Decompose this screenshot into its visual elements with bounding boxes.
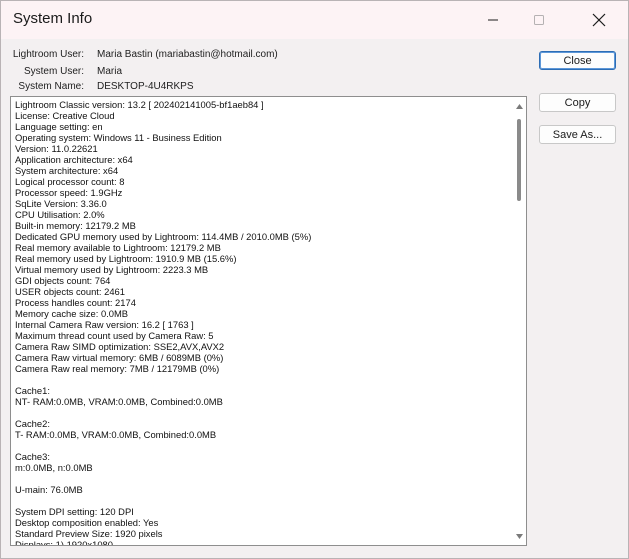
info-line: U-main: 76.0MB: [15, 484, 83, 495]
scrollbar-thumb[interactable]: [517, 119, 521, 201]
info-line: Virtual memory used by Lightroom: 2223.3…: [15, 264, 209, 275]
close-icon: [592, 13, 606, 27]
title-bar[interactable]: System Info: [1, 1, 628, 39]
save-as-button[interactable]: Save As...: [539, 125, 616, 144]
info-line: Process handles count: 2174: [15, 297, 136, 308]
info-line: Operating system: Windows 11 - Business …: [15, 132, 222, 143]
maximize-icon: [534, 15, 544, 25]
info-line: Standard Preview Size: 1920 pixels: [15, 528, 163, 539]
info-line: Camera Raw virtual memory: 6MB / 6089MB …: [15, 352, 224, 363]
info-line: T- RAM:0.0MB, VRAM:0.0MB, Combined:0.0MB: [15, 429, 217, 440]
system-name-label: System Name:: [18, 81, 84, 92]
close-button[interactable]: Close: [539, 51, 616, 70]
vertical-scrollbar[interactable]: [513, 97, 526, 545]
system-info-window: System Info Lightroom User: Maria Bastin…: [0, 0, 629, 559]
info-line: Application architecture: x64: [15, 154, 133, 165]
copy-button[interactable]: Copy: [539, 93, 616, 112]
minimize-button[interactable]: [470, 1, 516, 39]
minimize-icon: [488, 19, 498, 21]
maximize-button: [516, 1, 562, 39]
system-info-textarea[interactable]: Lightroom Classic version: 13.2 [ 202402…: [10, 96, 527, 546]
info-line: Lightroom Classic version: 13.2 [ 202402…: [15, 99, 264, 110]
info-line: [15, 374, 511, 385]
info-line: Camera Raw SIMD optimization: SSE2,AVX,A…: [15, 341, 225, 352]
info-line: m:0.0MB, n:0.0MB: [15, 462, 93, 473]
lightroom-user-label: Lightroom User:: [12, 49, 84, 60]
info-line: Real memory used by Lightroom: 1910.9 MB…: [15, 253, 237, 264]
triangle-up-icon: [516, 103, 523, 109]
info-line: Cache3:: [15, 451, 50, 462]
system-user-label: System User:: [23, 66, 84, 77]
system-name-value: DESKTOP-4U4RKPS: [97, 81, 194, 92]
system-info-text: Lightroom Classic version: 13.2 [ 202402…: [15, 99, 511, 546]
info-line: License: Creative Cloud: [15, 110, 115, 121]
info-line: [15, 407, 511, 418]
info-line: USER objects count: 2461: [15, 286, 125, 297]
info-line: CPU Utilisation: 2.0%: [15, 209, 105, 220]
triangle-down-icon: [516, 533, 523, 539]
info-line: System architecture: x64: [15, 165, 119, 176]
info-line: Desktop composition enabled: Yes: [15, 517, 159, 528]
info-line: Maximum thread count used by Camera Raw:…: [15, 330, 214, 341]
info-line: [15, 473, 511, 484]
window-title: System Info: [13, 10, 93, 27]
info-line: Cache1:: [15, 385, 50, 396]
system-user-value: Maria: [97, 66, 123, 77]
info-line: Memory cache size: 0.0MB: [15, 308, 129, 319]
info-line: Language setting: en: [15, 121, 103, 132]
info-line: Camera Raw real memory: 7MB / 12179MB (0…: [15, 363, 220, 374]
info-line: NT- RAM:0.0MB, VRAM:0.0MB, Combined:0.0M…: [15, 396, 223, 407]
info-line: GDI objects count: 764: [15, 275, 111, 286]
info-line: [15, 440, 511, 451]
info-line: System DPI setting: 120 DPI: [15, 506, 134, 517]
scroll-up-arrow[interactable]: [513, 99, 526, 113]
info-line: Version: 11.0.22621: [15, 143, 98, 154]
info-line: [15, 495, 511, 506]
info-line: Logical processor count: 8: [15, 176, 125, 187]
info-line: SqLite Version: 3.36.0: [15, 198, 107, 209]
info-line: Processor speed: 1.9GHz: [15, 187, 123, 198]
lightroom-user-value: Maria Bastin (mariabastin@hotmail.com): [97, 49, 278, 60]
info-line: Dedicated GPU memory used by Lightroom: …: [15, 231, 312, 242]
scroll-down-arrow[interactable]: [513, 529, 526, 543]
info-line: Cache2:: [15, 418, 50, 429]
info-line: Internal Camera Raw version: 16.2 [ 1763…: [15, 319, 194, 330]
info-line: Real memory available to Lightroom: 1217…: [15, 242, 221, 253]
info-line: Displays: 1) 1920x1080: [15, 539, 113, 546]
window-close-button[interactable]: [576, 1, 622, 39]
info-line: Built-in memory: 12179.2 MB: [15, 220, 136, 231]
